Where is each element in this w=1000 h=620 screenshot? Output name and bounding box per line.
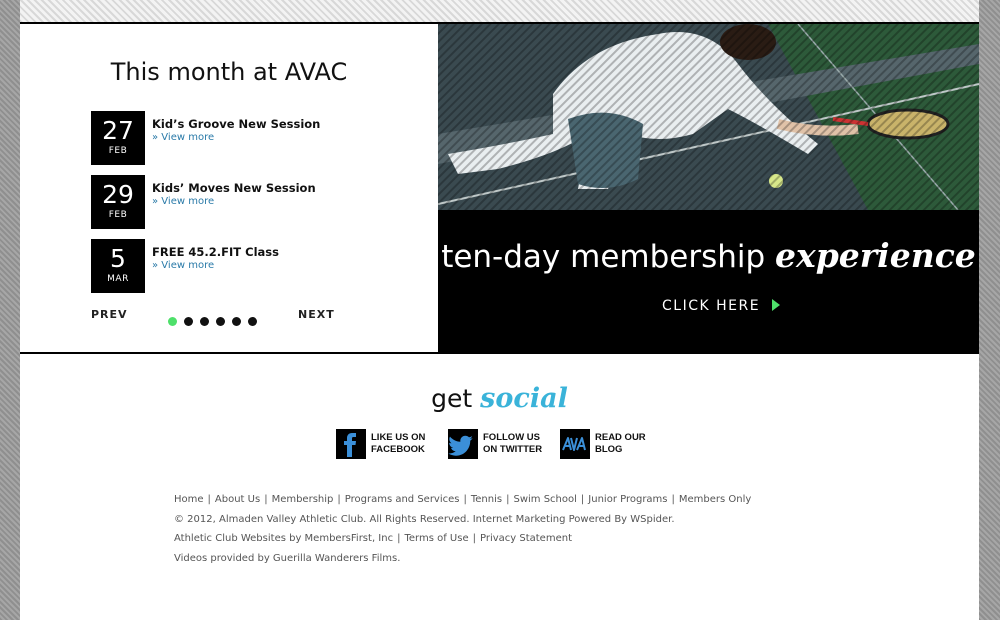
event-month: FEB (108, 146, 128, 156)
membership-promo-banner[interactable]: ten-day membership experience CLICK HERE (438, 24, 979, 354)
promo-tagline-main: ten-day membership (441, 239, 766, 275)
twitter-label: FOLLOW US ON TWITTER (483, 432, 542, 456)
social-heading-main: get (431, 384, 473, 413)
promo-tagline-script: experience (775, 236, 976, 275)
facebook-label: LIKE US ON FACEBOOK (371, 432, 425, 456)
carousel-dot[interactable] (248, 317, 257, 326)
event-day: 27 (102, 116, 134, 145)
facebook-label-line1: LIKE US ON (371, 432, 426, 443)
event-item: 5 MAR FREE 45.2.FIT Class » View more (91, 239, 421, 293)
twitter-label-line2: ON TWITTER (483, 444, 543, 455)
carousel-dot[interactable] (200, 317, 209, 326)
footer: Home | About Us | Membership | Programs and Se… (174, 494, 751, 572)
event-view-more-link[interactable]: » View more (152, 132, 214, 143)
footer-link-membership[interactable]: Membership (272, 494, 334, 505)
event-item: 27 FEB Kid’s Groove New Session » View m… (91, 111, 421, 165)
footer-videos-credit: Videos provided by Guerilla Wanderers Fi… (174, 552, 401, 564)
next-button[interactable]: NEXT (298, 308, 335, 321)
social-heading-script: social (480, 383, 568, 414)
footer-link-membersfirst[interactable]: Athletic Club Websites by MembersFirst, … (174, 533, 393, 544)
twitter-label-line1: FOLLOW US (483, 432, 540, 443)
event-title: Kids’ Moves New Session (152, 181, 316, 195)
twitter-icon (448, 429, 478, 459)
footer-link-about-us[interactable]: About Us (215, 494, 260, 505)
play-arrow-icon (772, 299, 781, 311)
footer-link-home[interactable]: Home (174, 494, 204, 505)
events-title: This month at AVAC (110, 58, 348, 86)
event-title: Kid’s Groove New Session (152, 117, 321, 131)
carousel-dot[interactable] (216, 317, 225, 326)
blog-label-line2: BLOG (595, 444, 623, 455)
facebook-label-line2: FACEBOOK (371, 444, 425, 455)
event-month: MAR (107, 274, 129, 284)
promo-tagline: ten-day membership experience (438, 236, 979, 275)
event-date-badge: 27 FEB (91, 111, 145, 165)
click-here-label: CLICK HERE (662, 298, 761, 314)
blog-label-line1: READ OUR (595, 432, 646, 443)
footer-link-members-only[interactable]: Members Only (679, 494, 751, 505)
event-item: 29 FEB Kids’ Moves New Session » View mo… (91, 175, 421, 229)
social-heading: get social (20, 383, 979, 414)
event-title: FREE 45.2.FIT Class (152, 245, 279, 259)
event-date-badge: 29 FEB (91, 175, 145, 229)
event-date-badge: 5 MAR (91, 239, 145, 293)
footer-link-junior-programs[interactable]: Junior Programs (588, 494, 667, 505)
event-day: 5 (110, 244, 126, 273)
prev-button[interactable]: PREV (91, 308, 128, 321)
event-month: FEB (108, 210, 128, 220)
carousel-dot[interactable] (232, 317, 241, 326)
event-view-more-link[interactable]: » View more (152, 196, 214, 207)
page: This month at AVAC 27 FEB Kid’s Groove N… (20, 0, 979, 620)
footer-credits: Athletic Club Websites by MembersFirst, … (174, 533, 572, 544)
footer-copyright: © 2012, Almaden Valley Athletic Club. Al… (174, 513, 675, 525)
blog-icon (560, 429, 590, 459)
footer-link-swim-school[interactable]: Swim School (513, 494, 576, 505)
footer-nav: Home | About Us | Membership | Programs and Se… (174, 494, 752, 505)
tennis-player-photo (438, 24, 979, 210)
footer-link-privacy-statement[interactable]: Privacy Statement (480, 533, 572, 544)
click-here-button[interactable]: CLICK HERE (662, 298, 781, 314)
carousel-dot[interactable] (184, 317, 193, 326)
blog-label: READ OUR BLOG (595, 432, 646, 456)
footer-link-terms-of-use[interactable]: Terms of Use (404, 533, 468, 544)
carousel-pager (168, 311, 264, 330)
event-day: 29 (102, 180, 134, 209)
carousel-dot[interactable] (168, 317, 177, 326)
events-panel: This month at AVAC 27 FEB Kid’s Groove N… (20, 24, 438, 354)
event-view-more-link[interactable]: » View more (152, 260, 214, 271)
decorative-top-strip (20, 0, 979, 24)
facebook-icon (336, 429, 366, 459)
footer-link-programs-and-services[interactable]: Programs and Services (345, 494, 460, 505)
footer-link-tennis[interactable]: Tennis (471, 494, 502, 505)
